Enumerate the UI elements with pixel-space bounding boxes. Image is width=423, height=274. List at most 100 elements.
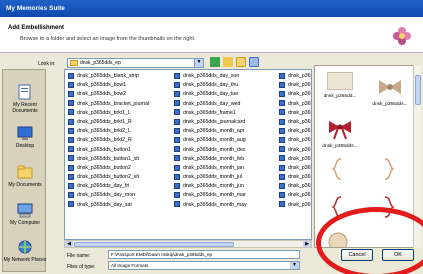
file-item[interactable]: dnsk_p365dds (279, 182, 311, 191)
file-item[interactable]: dnsk_p365dds (279, 100, 311, 109)
file-name: dnsk_p365dds (288, 118, 311, 125)
file-item[interactable]: dnsk_p365dds_brkt2_R (68, 136, 149, 145)
my-computer-icon (17, 203, 33, 218)
back-icon[interactable] (210, 57, 220, 67)
file-item[interactable]: dnsk_p365dds_day_sat (68, 201, 149, 210)
file-item[interactable]: dnsk_p365dds_month_may (174, 201, 247, 210)
file-name: dnsk_p365dds_month_jul (183, 174, 243, 181)
image-file-icon (279, 173, 285, 180)
file-item[interactable]: dnsk_p365dds_month_dec (174, 146, 247, 155)
horizontal-scrollbar[interactable]: ◀ ▶ (64, 240, 312, 248)
file-name: dnsk_p365dds_bow1 (77, 82, 127, 89)
lookin-value: dnsk_p365dds_ep (80, 60, 121, 66)
file-item[interactable]: dnsk_p365dds (279, 155, 311, 164)
file-item[interactable]: dnsk_p365dds (279, 201, 311, 210)
file-item[interactable]: dnsk_p365dds_brkt1_R (68, 118, 149, 127)
file-item[interactable]: dnsk_p365dds (279, 127, 311, 136)
file-item[interactable]: dnsk_p365dds (279, 173, 311, 182)
up-folder-icon[interactable] (223, 57, 233, 67)
file-item[interactable]: dnsk_p365dds_button1_sh (68, 155, 149, 164)
lookin-label: Look in: (38, 61, 56, 67)
file-name: dnsk_p365dds_brkt2_L (77, 128, 131, 135)
file-item[interactable]: dnsk_p365dds (279, 146, 311, 155)
chevron-down-icon[interactable]: ▼ (290, 262, 299, 269)
file-item[interactable]: dnsk_p365dds (279, 191, 311, 200)
scrollbar-thumb[interactable] (415, 75, 421, 105)
file-name: dnsk_p365dds_month_feb (183, 155, 245, 162)
filetype-value: All Image Formats (111, 263, 149, 268)
image-file-icon (174, 81, 180, 88)
file-list[interactable]: dnsk_p365dds_blank_strip dnsk_p365dds_bow… (64, 69, 312, 240)
view-menu-icon[interactable] (249, 57, 259, 67)
file-item[interactable]: dnsk_p365dds_frame1 (174, 109, 247, 118)
file-name: dnsk_p365dds (288, 146, 311, 153)
file-item[interactable]: dnsk_p365dds (279, 81, 311, 90)
image-file-icon (279, 91, 285, 97)
file-item[interactable]: dnsk_p365dds_button1 (68, 146, 149, 155)
place-recent-documents[interactable]: My Recent Documents (3, 84, 47, 114)
file-item[interactable]: dnsk_p365dds (279, 90, 311, 99)
folder-icon (70, 60, 78, 66)
file-item[interactable]: dnsk_p365dds_brkt1_L (68, 109, 149, 118)
image-file-icon (68, 173, 74, 180)
file-item[interactable]: dnsk_p365dds_month_jun (174, 182, 247, 191)
file-item[interactable]: dnsk_p365dds_bracket_journal (68, 100, 149, 109)
new-folder-icon[interactable] (236, 57, 246, 67)
annotation-circle (316, 207, 423, 274)
thumbnail-label: dnsk_p365dd... (323, 94, 357, 99)
file-item[interactable]: dnsk_p365dds (279, 136, 311, 145)
file-item[interactable]: dnsk_p365dds (279, 118, 311, 127)
place-my-computer[interactable]: My Computer (3, 202, 47, 226)
file-item[interactable]: dnsk_p365dds (279, 109, 311, 118)
file-name: dnsk_p365dds (288, 164, 311, 171)
window-title: My Memories Suite (0, 0, 423, 17)
file-item[interactable]: dnsk_p365dds_month_aug (174, 136, 247, 145)
file-item[interactable]: dnsk_p365dds_month_feb (174, 155, 247, 164)
file-item[interactable]: dnsk_p365dds_day_tue (174, 90, 247, 99)
file-item[interactable]: dnsk_p365dds_month_jan (174, 164, 247, 173)
scroll-left-icon[interactable]: ◀ (65, 241, 73, 247)
places-bar: My Recent Documents Desktop My Documents… (2, 69, 46, 272)
file-item[interactable]: dnsk_p365dds_month_apr (174, 127, 247, 136)
file-item[interactable]: dnsk_p365dds_bow2 (68, 90, 149, 99)
file-item[interactable]: dnsk_p365dds_day_mon (68, 191, 149, 200)
red-bow-thumb (329, 121, 351, 140)
image-file-icon (68, 100, 74, 107)
filename-label: File name: (67, 253, 91, 259)
filename-input[interactable]: F:\Passport EMDi\Dawn Inskip\dnsk_p365dd… (108, 250, 300, 259)
file-name: dnsk_p365dds_month_jun (183, 183, 244, 190)
file-item[interactable]: dnsk_p365dds_button2 (68, 164, 149, 173)
image-file-icon (279, 81, 285, 88)
file-item[interactable]: dnsk_p365dds_bow1 (68, 81, 149, 90)
image-file-icon (68, 164, 74, 171)
place-network-places[interactable]: My Network Places (3, 239, 47, 263)
file-item[interactable]: dnsk_p365dds_blank_strip (68, 72, 149, 81)
file-name: dnsk_p365dds (288, 100, 311, 107)
place-desktop[interactable]: Desktop (3, 125, 47, 149)
file-item[interactable]: dnsk_p365dds_day_sun (174, 72, 247, 81)
file-name: dnsk_p365dds_brkt1_R (77, 118, 132, 125)
file-item[interactable]: dnsk_p365dds (279, 72, 311, 81)
file-item[interactable]: dnsk_p365dds_day_fri (68, 182, 149, 191)
file-item[interactable]: dnsk_p365dds (279, 164, 311, 173)
file-item[interactable]: dnsk_p365dds_journalcard (174, 118, 247, 127)
place-my-documents[interactable]: My Documents (3, 164, 47, 188)
filetype-select[interactable]: All Image Formats ▼ (108, 261, 300, 270)
file-item[interactable]: dnsk_p365dds_brkt2_L (68, 127, 149, 136)
thumbnail-item[interactable]: dnsk_p365dd... (317, 68, 363, 114)
file-item[interactable]: dnsk_p365dds_month_mar (174, 191, 247, 200)
file-item[interactable]: dnsk_p365dds_month_jul (174, 173, 247, 182)
thumbnail-item[interactable]: dnsk_p365dds... (367, 74, 413, 120)
my-documents-icon (17, 165, 33, 179)
file-item[interactable]: dnsk_p365dds_button2_sh (68, 173, 149, 182)
file-item[interactable]: dnsk_p365dds_day_wed (174, 100, 247, 109)
scroll-right-icon[interactable]: ▶ (303, 241, 311, 247)
file-column: dnsk_p365ddsdnsk_p365ddsdnsk_p365ddsdnsk… (279, 72, 311, 210)
lookin-dropdown[interactable]: dnsk_p365dds_ep ▼ (67, 58, 204, 68)
image-file-icon (68, 146, 74, 153)
file-name: dnsk_p365dds_month_apr (183, 128, 245, 135)
image-file-icon (279, 127, 285, 134)
scrollbar-thumb[interactable] (74, 242, 234, 247)
file-item[interactable]: dnsk_p365dds_day_thu (174, 81, 247, 90)
chevron-down-icon[interactable]: ▼ (194, 59, 203, 67)
